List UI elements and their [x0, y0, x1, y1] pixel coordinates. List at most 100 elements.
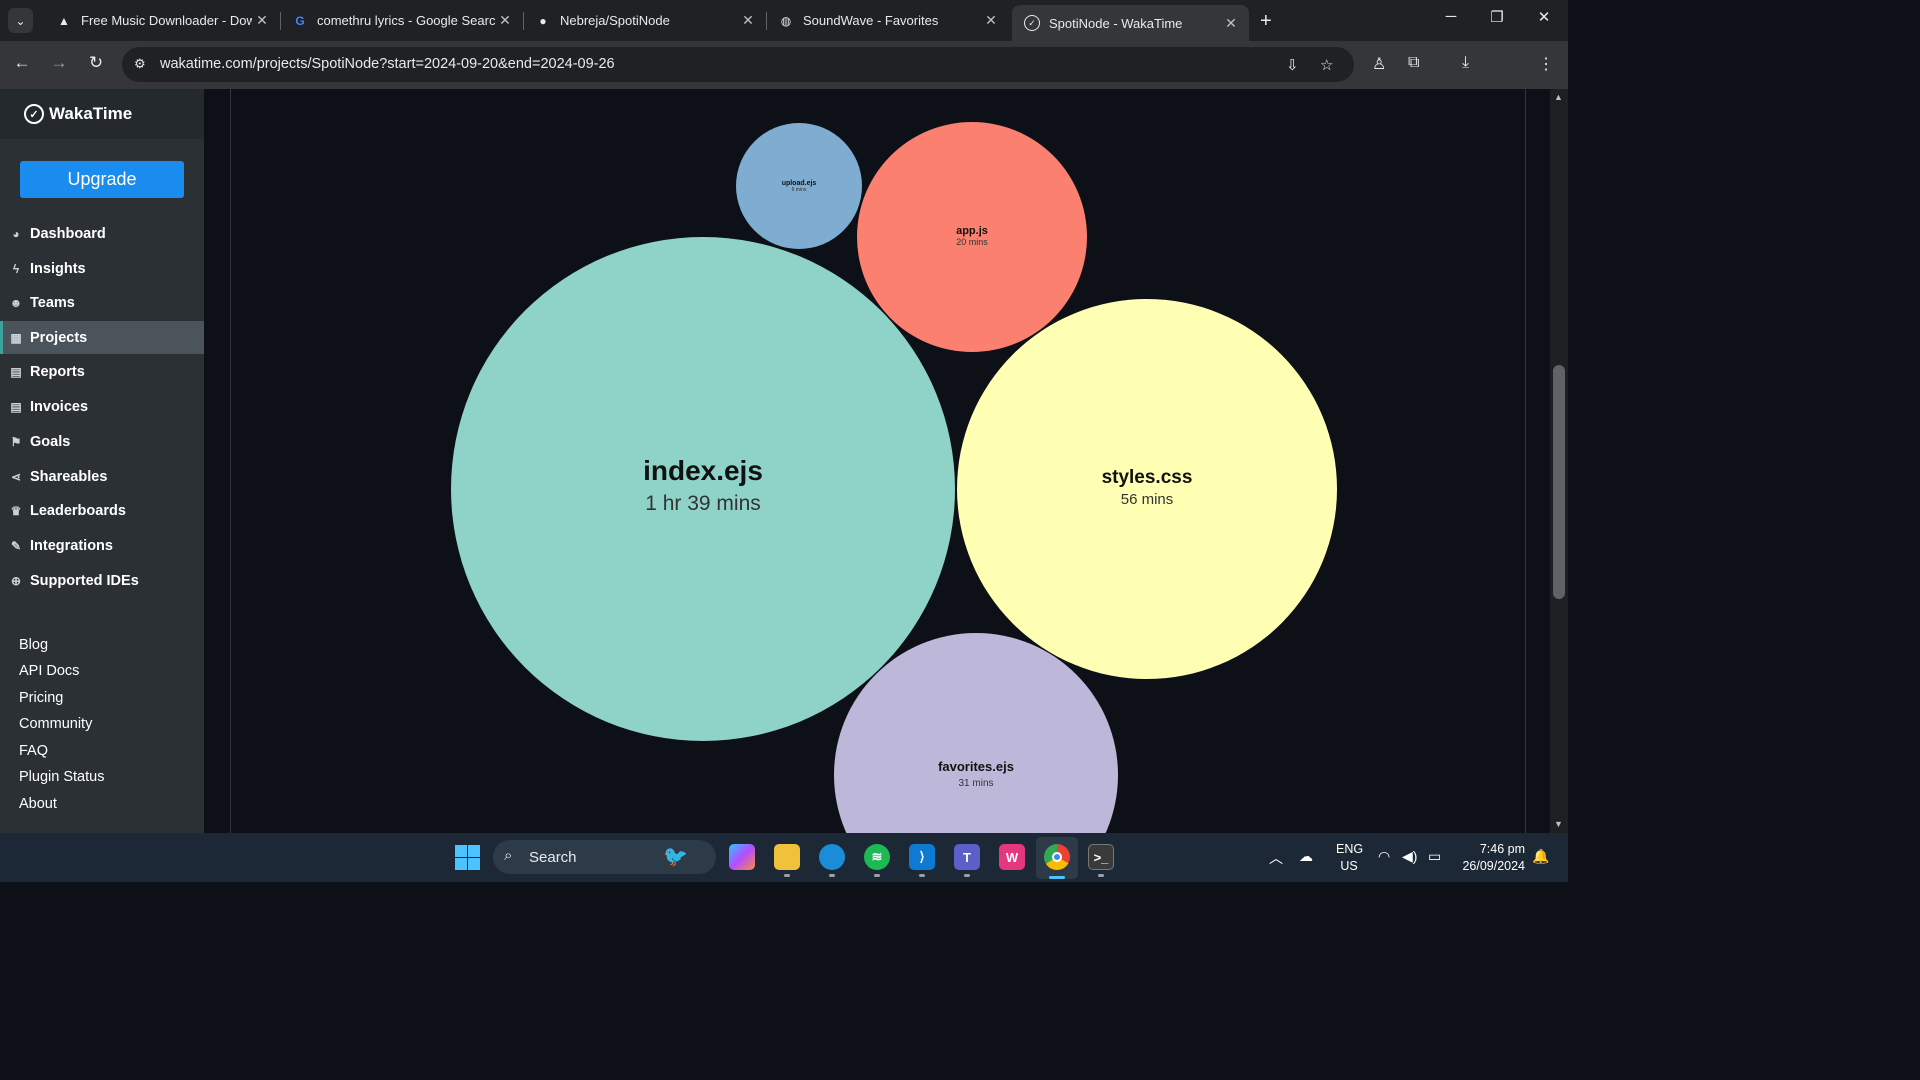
scroll-down-icon[interactable]: ▼	[1554, 819, 1563, 829]
search-icon: ⌕	[504, 847, 513, 864]
downloads-icon[interactable]: ⤓	[1462, 54, 1469, 72]
file-bubble[interactable]: index.ejs 1 hr 39 mins	[451, 237, 955, 741]
tab-search-dropdown-icon[interactable]: ⌄	[8, 8, 33, 33]
footer-link-faq[interactable]: FAQ	[19, 743, 48, 759]
close-icon[interactable]: ✕	[981, 12, 1001, 29]
page-scrollbar[interactable]: ▲ ▼	[1550, 89, 1568, 833]
browser-tab-active[interactable]: ✓ SpotiNode - WakaTime ✕	[1012, 5, 1249, 41]
file-bubble[interactable]: app.js20 mins	[857, 122, 1087, 352]
sidebar-item-label: Supported IDEs	[30, 572, 139, 589]
sidebar-item-goals[interactable]: ⚑ Goals	[0, 425, 204, 458]
github-icon: ●	[539, 13, 547, 28]
sidebar-item-invoices[interactable]: ▤ Invoices	[0, 390, 204, 423]
close-window-icon[interactable]: ✕	[1534, 8, 1554, 26]
files-bubble-chart: index.ejs 1 hr 39 mins styles.css 56 mins fa…	[451, 122, 1337, 833]
brand-logo-link[interactable]: ✓ WakaTime	[24, 104, 132, 124]
tab-title: Free Music Downloader - Down	[81, 13, 252, 28]
close-icon[interactable]: ✕	[495, 12, 515, 29]
file-bubble[interactable]: styles.css 56 mins	[957, 299, 1337, 679]
site-info-icon[interactable]: ⚙	[134, 56, 146, 72]
sidebar-item-reports[interactable]: ▤ Reports	[0, 355, 204, 388]
windows-taskbar: ⌕ Search 🐦 ≋ ⟩ T W >_ ︿ ☁ ENG US ◠ ◀) ▭ …	[0, 833, 1568, 882]
scroll-up-icon[interactable]: ▲	[1554, 92, 1563, 102]
start-button-windows-icon[interactable]	[455, 845, 480, 870]
chrome-icon[interactable]	[1044, 844, 1070, 870]
sidebar-item-shareables[interactable]: ⋖ Shareables	[0, 460, 204, 493]
sidebar-item-label: Insights	[30, 260, 86, 277]
footer-link-pricing[interactable]: Pricing	[19, 690, 63, 706]
close-icon[interactable]: ✕	[252, 12, 272, 29]
footer-link-blog[interactable]: Blog	[19, 637, 48, 653]
file-bubble-time: 31 mins	[958, 778, 993, 789]
new-tab-icon[interactable]: +	[1260, 10, 1272, 33]
sidebar-item-integrations[interactable]: ✎ Integrations	[0, 529, 204, 562]
reload-icon[interactable]: ↻	[84, 53, 108, 73]
sidebar: ✓ WakaTime Upgrade ◕ Dashboard ϟ Insights …	[0, 89, 204, 833]
browser-tab[interactable]: ◍ SoundWave - Favorites ✕	[766, 5, 1009, 36]
file-bubble-name: favorites.ejs	[938, 759, 1014, 774]
teams-icon[interactable]: T	[954, 844, 980, 870]
copilot-icon[interactable]	[729, 844, 755, 870]
install-app-icon[interactable]: ⇩	[1286, 56, 1299, 74]
extensions-icon[interactable]: ⧉	[1408, 54, 1419, 72]
system-clock[interactable]: 7:46 pm 26/09/2024	[1459, 841, 1525, 875]
edge-icon[interactable]	[819, 844, 845, 870]
address-bar[interactable]: ⚙ wakatime.com/projects/SpotiNode?start=…	[122, 47, 1354, 82]
sidebar-item-supported-ides[interactable]: ⊕ Supported IDEs	[0, 564, 204, 597]
browser-tab[interactable]: G comethru lyrics - Google Search ✕	[280, 5, 523, 36]
language-code: ENG	[1336, 842, 1364, 856]
forward-icon[interactable]: →	[47, 53, 71, 73]
sidebar-item-projects[interactable]: ▦ Projects	[0, 321, 204, 354]
webstorm-icon[interactable]: W	[999, 844, 1025, 870]
footer-link-about[interactable]: About	[19, 796, 57, 812]
sidebar-item-label: Projects	[30, 329, 88, 346]
minimize-icon[interactable]: ─	[1441, 8, 1461, 25]
taskbar-search-box[interactable]: ⌕ Search 🐦	[493, 840, 716, 874]
close-icon[interactable]: ✕	[1221, 15, 1241, 32]
sidebar-item-leaderboards[interactable]: ♛ Leaderboards	[0, 494, 204, 527]
footer-link-api-docs[interactable]: API Docs	[19, 663, 79, 679]
file-bubble-time: 20 mins	[956, 237, 988, 247]
language-indicator[interactable]: ENG US	[1336, 841, 1364, 875]
dashboard-icon: ◕	[12, 226, 20, 241]
show-hidden-icons-chevron-icon[interactable]: ︿	[1269, 848, 1283, 868]
sidebar-item-label: Dashboard	[30, 225, 106, 242]
footer-link-plugin-status[interactable]: Plugin Status	[19, 769, 104, 785]
file-bubble-circle[interactable]	[957, 299, 1337, 679]
bookmark-star-icon[interactable]: ☆	[1320, 56, 1333, 74]
file-bubble[interactable]: upload.ejs6 mins	[736, 123, 862, 249]
share-icon: ⋖	[10, 469, 22, 484]
sidebar-item-insights[interactable]: ϟ Insights	[0, 252, 204, 285]
wifi-icon[interactable]: ◠	[1378, 848, 1390, 865]
spotify-icon[interactable]: ≋	[864, 844, 890, 870]
browser-tab[interactable]: ▲ Free Music Downloader - Down ✕	[44, 5, 280, 36]
upgrade-button[interactable]: Upgrade	[20, 161, 184, 198]
battery-icon[interactable]: ▭	[1428, 848, 1441, 865]
notification-bell-icon[interactable]: 🔔	[1532, 848, 1549, 865]
restore-icon[interactable]: ❐	[1487, 8, 1507, 26]
footer-link-community[interactable]: Community	[19, 716, 92, 732]
extension-avatar-icon[interactable]: ♙	[1372, 54, 1386, 74]
terminal-icon[interactable]: >_	[1088, 844, 1114, 870]
keyboard-layout: US	[1340, 859, 1358, 873]
file-bubble-time: 1 hr 39 mins	[645, 492, 761, 515]
file-bubble-name: upload.ejs	[782, 180, 817, 187]
volume-icon[interactable]: ◀)	[1402, 848, 1417, 865]
triangle-icon: ▲	[58, 13, 70, 28]
file-bubble-circle[interactable]	[451, 237, 955, 741]
back-icon[interactable]: ←	[10, 53, 34, 73]
vscode-icon[interactable]: ⟩	[909, 844, 935, 870]
scroll-thumb[interactable]	[1553, 365, 1565, 599]
url-text: wakatime.com/projects/SpotiNode?start=20…	[160, 56, 615, 72]
file-explorer-icon[interactable]	[774, 844, 800, 870]
menu-kebab-icon[interactable]: ⋮	[1538, 54, 1554, 74]
sidebar-item-teams[interactable]: ☻ Teams	[0, 286, 204, 319]
browser-tab[interactable]: ● Nebreja/SpotiNode ✕	[523, 5, 766, 36]
wakatime-icon: ✓	[1024, 15, 1040, 31]
close-icon[interactable]: ✕	[738, 12, 758, 29]
sidebar-item-dashboard[interactable]: ◕ Dashboard	[0, 217, 204, 250]
onedrive-icon[interactable]: ☁	[1299, 848, 1313, 865]
search-placeholder: Search	[529, 849, 577, 866]
flag-icon: ⚑	[10, 434, 22, 449]
sidebar-item-label: Integrations	[30, 537, 113, 554]
